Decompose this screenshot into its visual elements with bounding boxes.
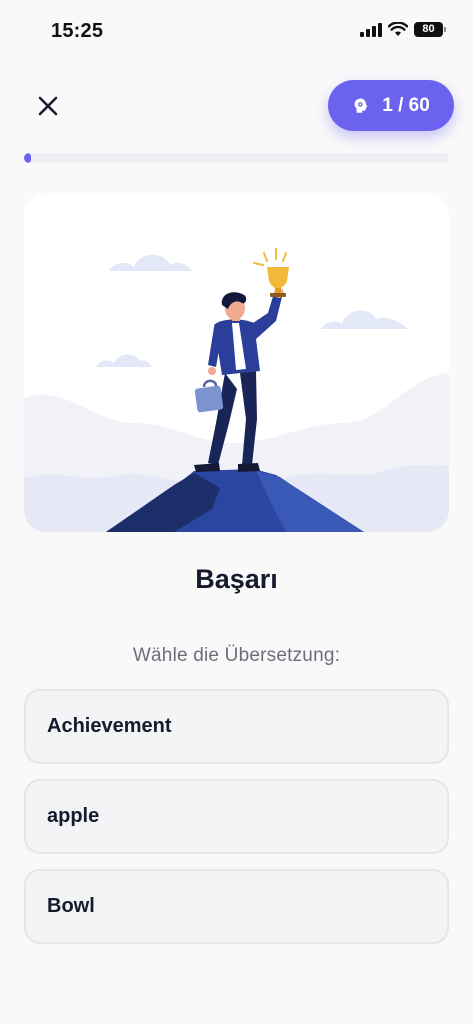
status-bar: 15:25 80: [0, 0, 473, 62]
answer-options: Achievement apple Bowl: [24, 689, 449, 959]
brain-icon: [354, 98, 368, 113]
status-icons: 80: [360, 22, 446, 37]
illustration-card: [24, 193, 449, 532]
answer-option-apple[interactable]: apple: [24, 779, 449, 854]
quiz-instruction: Wähle die Übersetzung:: [132, 645, 341, 666]
quiz-screen: 15:25 80 1 / 60 Başarı Wähle die Überset…: [0, 0, 473, 1024]
answer-option-bowl[interactable]: Bowl: [24, 869, 449, 944]
progress-bar-fill: [24, 153, 32, 163]
progress-bar: [24, 153, 449, 163]
wifi-icon: [388, 22, 408, 36]
close-icon: [38, 96, 58, 116]
achievement-illustration: [24, 193, 449, 532]
cellular-signal-icon: [360, 22, 382, 37]
answer-option-achievement[interactable]: Achievement: [24, 689, 449, 764]
question-counter-text: 1 / 60: [382, 94, 430, 116]
quiz-word: Başarı: [195, 564, 278, 594]
status-time: 15:25: [51, 20, 104, 42]
close-button[interactable]: [30, 88, 66, 124]
battery-indicator: 80: [414, 22, 446, 37]
question-counter-badge[interactable]: 1 / 60: [328, 80, 454, 131]
